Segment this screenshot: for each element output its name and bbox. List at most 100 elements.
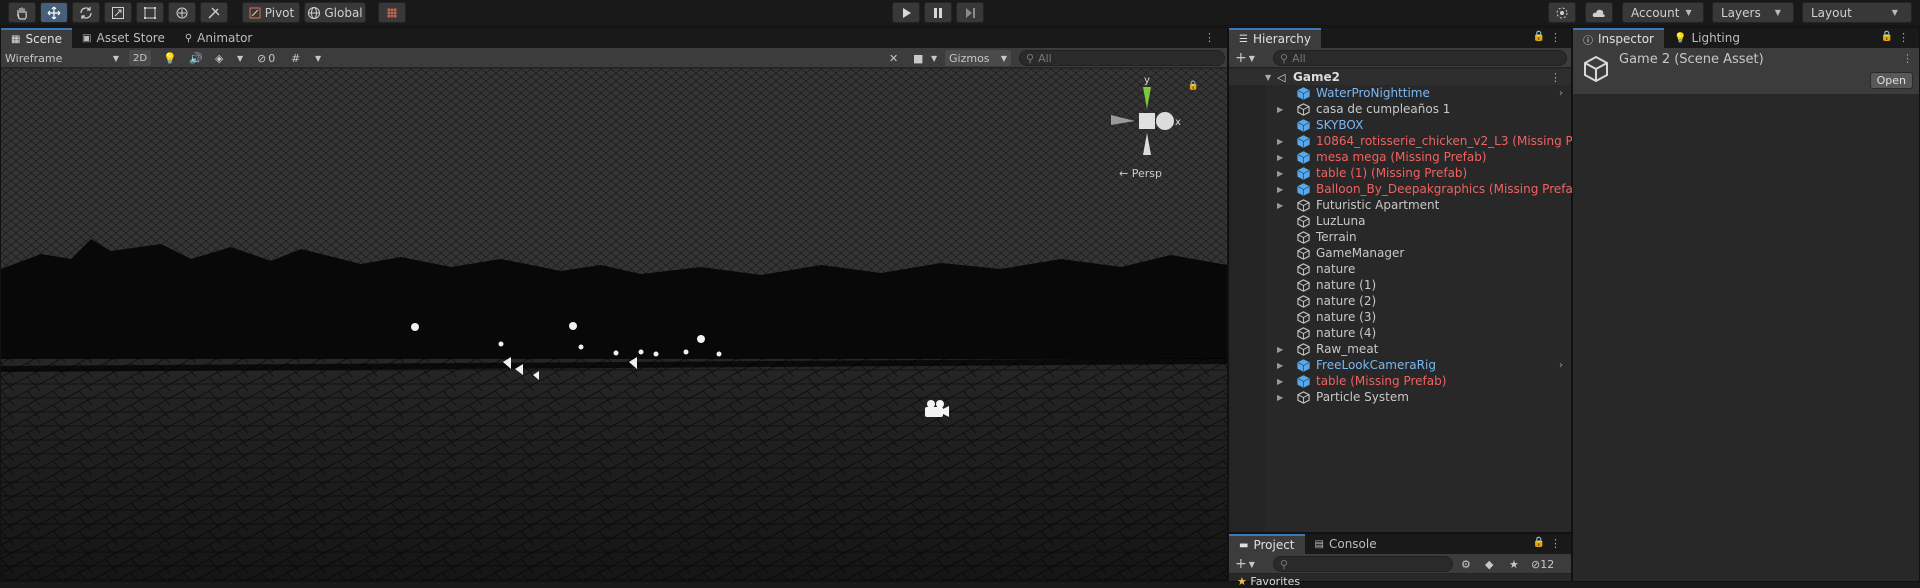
- global-toggle[interactable]: Global: [304, 2, 366, 23]
- pivot-toggle[interactable]: Pivot: [242, 2, 300, 23]
- snap-settings-button[interactable]: [378, 2, 406, 23]
- expand-arrow-icon[interactable]: ▶: [1277, 345, 1283, 354]
- lighting-toggle-icon[interactable]: 💡: [163, 50, 177, 66]
- hierarchy-item[interactable]: ▶ table (Missing Prefab): [1237, 373, 1571, 389]
- layout-dropdown[interactable]: Layout ▼: [1802, 2, 1912, 23]
- hierarchy-item[interactable]: nature (2): [1237, 293, 1571, 309]
- expand-arrow-icon[interactable]: ▶: [1277, 201, 1283, 210]
- expand-arrow-icon[interactable]: ▶: [1277, 393, 1283, 402]
- hierarchy-item[interactable]: ▶ 10864_rotisserie_chicken_v2_L3 (Missing…: [1237, 133, 1608, 149]
- scene-menu-icon[interactable]: ⋮: [1204, 31, 1215, 44]
- play-button[interactable]: [892, 2, 920, 23]
- asset-title: Game 2 (Scene Asset): [1619, 52, 1764, 67]
- scene-viewport[interactable]: y x ← Persp 🔒: [1, 69, 1227, 581]
- tab-inspector[interactable]: ⓘ Inspector: [1573, 28, 1664, 48]
- lock-icon[interactable]: 🔒: [1881, 31, 1893, 42]
- camera-icon[interactable]: ■: [913, 50, 923, 66]
- layers-dropdown[interactable]: Layers ▼: [1712, 2, 1794, 23]
- project-search-input[interactable]: ⚲: [1273, 556, 1453, 572]
- scale-tool-button[interactable]: [104, 2, 132, 23]
- collab-button[interactable]: [1548, 2, 1576, 23]
- hierarchy-item[interactable]: Terrain: [1237, 229, 1571, 245]
- hidden-objects-toggle[interactable]: ⊘ 0: [257, 50, 275, 66]
- hierarchy-item[interactable]: ▶ table (1) (Missing Prefab): [1237, 165, 1571, 181]
- gameobject-icon: [1297, 214, 1310, 228]
- asset-menu-icon[interactable]: ⋮: [1902, 52, 1913, 65]
- draw-mode-dropdown[interactable]: Wireframe ▼: [5, 50, 119, 66]
- hierarchy-item[interactable]: nature (1): [1237, 277, 1571, 293]
- lock-icon[interactable]: 🔒: [1188, 81, 1199, 91]
- effects-toggle-icon[interactable]: ◈: [215, 50, 223, 66]
- tab-project[interactable]: ▬ Project: [1229, 534, 1305, 554]
- add-object-button[interactable]: + ▼: [1235, 50, 1255, 66]
- effects-dropdown-icon[interactable]: ▼: [237, 50, 243, 66]
- create-asset-button[interactable]: + ▼: [1235, 556, 1255, 572]
- tab-console[interactable]: ▤ Console: [1305, 534, 1387, 554]
- project-menu-icon[interactable]: ⋮: [1550, 537, 1561, 550]
- camera-dropdown-icon[interactable]: ▼: [931, 50, 937, 66]
- expand-arrow-icon[interactable]: ▶: [1277, 105, 1283, 114]
- rotate-tool-button[interactable]: [72, 2, 100, 23]
- filter-type-icon[interactable]: ⚙: [1461, 556, 1471, 572]
- rect-tool-button[interactable]: [136, 2, 164, 23]
- grid-toggle-icon[interactable]: #: [291, 50, 300, 66]
- persp-label[interactable]: ← Persp: [1119, 167, 1162, 180]
- hierarchy-item[interactable]: ▶ Futuristic Apartment: [1237, 197, 1571, 213]
- hierarchy-item[interactable]: ▶ Particle System: [1237, 389, 1571, 405]
- gizmos-dropdown[interactable]: Gizmos ▼: [945, 50, 1011, 66]
- hierarchy-item[interactable]: SKYBOX: [1237, 117, 1571, 133]
- cloud-button[interactable]: [1585, 2, 1613, 23]
- expand-arrow-icon[interactable]: ▶: [1277, 169, 1283, 178]
- open-prefab-icon[interactable]: ›: [1559, 88, 1563, 99]
- hierarchy-item[interactable]: ▶ FreeLookCameraRig ›: [1237, 357, 1571, 373]
- scene-row-menu-icon[interactable]: ⋮: [1550, 71, 1561, 84]
- hand-tool-button[interactable]: [8, 2, 36, 23]
- step-button[interactable]: [956, 2, 984, 23]
- lock-icon[interactable]: 🔒: [1533, 31, 1545, 42]
- hierarchy-item[interactable]: nature: [1237, 261, 1571, 277]
- hierarchy-item[interactable]: WaterProNighttime ›: [1237, 85, 1571, 101]
- hierarchy-item[interactable]: nature (3): [1237, 309, 1571, 325]
- hidden-packages-toggle[interactable]: ⊘ 12: [1531, 556, 1554, 572]
- lock-icon[interactable]: 🔒: [1533, 537, 1545, 548]
- hierarchy-item[interactable]: GameManager: [1237, 245, 1571, 261]
- tools-overlay-icon[interactable]: ✕: [889, 50, 898, 66]
- expand-arrow-icon[interactable]: ▶: [1277, 185, 1283, 194]
- expand-arrow-icon[interactable]: ▶: [1277, 137, 1283, 146]
- hierarchy-menu-icon[interactable]: ⋮: [1550, 31, 1561, 44]
- open-prefab-icon[interactable]: ›: [1559, 360, 1563, 371]
- hierarchy-item[interactable]: ▶ mesa mega (Missing Prefab): [1237, 149, 1571, 165]
- orientation-gizmo[interactable]: y x ← Persp 🔒: [1107, 75, 1199, 181]
- tab-scene[interactable]: ▦ Scene: [1, 28, 73, 48]
- tab-hierarchy[interactable]: ☰ Hierarchy: [1229, 28, 1321, 48]
- hierarchy-item[interactable]: nature (4): [1237, 325, 1571, 341]
- hierarchy-item[interactable]: ▶ casa de cumpleaños 1: [1237, 101, 1571, 117]
- audio-toggle-icon[interactable]: 🔊: [189, 50, 203, 66]
- move-tool-button[interactable]: [40, 2, 68, 23]
- account-dropdown[interactable]: Account ▼: [1622, 2, 1704, 23]
- 2d-toggle[interactable]: 2D: [129, 50, 151, 66]
- tab-asset-store[interactable]: ▣ Asset Store: [72, 28, 175, 48]
- star-icon[interactable]: ★: [1509, 556, 1519, 572]
- expand-arrow-icon[interactable]: ▶: [1277, 361, 1283, 370]
- pause-button[interactable]: [924, 2, 952, 23]
- scene-root-row[interactable]: ▼ ◁ Game2 ⋮: [1229, 69, 1571, 85]
- grid-dropdown-icon[interactable]: ▼: [315, 50, 321, 66]
- inspector-menu-icon[interactable]: ⋮: [1898, 31, 1909, 44]
- hierarchy-item[interactable]: ▶ Raw_meat: [1237, 341, 1571, 357]
- transform-tool-button[interactable]: [168, 2, 196, 23]
- tab-console-label: Console: [1328, 537, 1377, 551]
- expand-arrow-icon[interactable]: ▶: [1277, 153, 1283, 162]
- hierarchy-item[interactable]: LuzLuna: [1237, 213, 1571, 229]
- hierarchy-item[interactable]: ▶ Balloon_By_Deepakgraphics (Missing Pref…: [1237, 181, 1585, 197]
- wireframe-scene: [1, 69, 1227, 581]
- expand-arrow-icon[interactable]: ▼: [1265, 73, 1271, 82]
- scene-search-input[interactable]: ⚲ All: [1019, 50, 1225, 66]
- tab-lighting[interactable]: 💡 Lighting: [1664, 28, 1750, 48]
- hierarchy-search-input[interactable]: ⚲ All: [1273, 50, 1567, 66]
- open-button[interactable]: Open: [1869, 72, 1913, 89]
- label-tag-icon[interactable]: ◆: [1485, 556, 1493, 572]
- expand-arrow-icon[interactable]: ▶: [1277, 377, 1283, 386]
- tab-animator[interactable]: ⚲ Animator: [175, 28, 263, 48]
- custom-tool-button[interactable]: [200, 2, 228, 23]
